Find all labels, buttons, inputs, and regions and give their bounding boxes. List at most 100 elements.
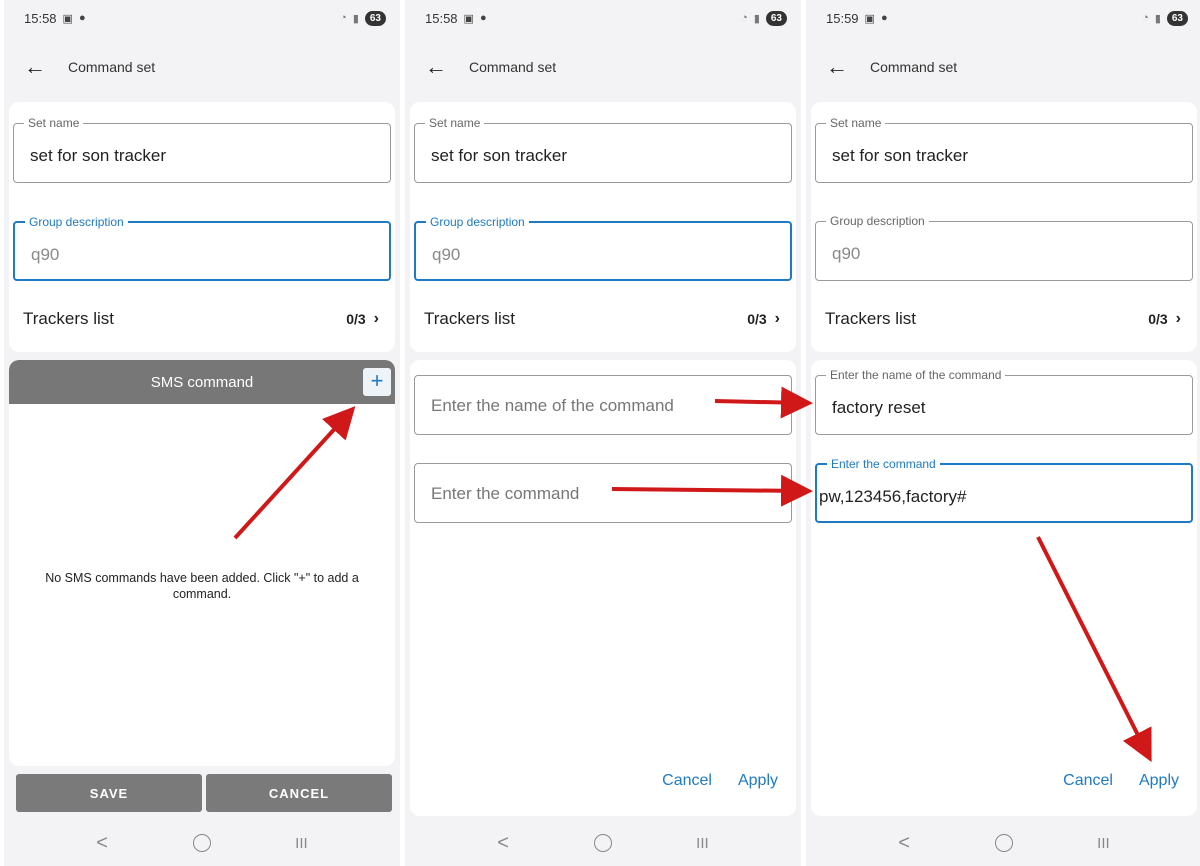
- status-time: 15:59: [826, 10, 859, 26]
- save-button[interactable]: SAVE: [16, 774, 202, 812]
- screenshot-icon: ▣: [463, 12, 474, 25]
- group-description-field[interactable]: Group description q90: [414, 215, 792, 281]
- command-name-value: factory reset: [832, 398, 926, 417]
- set-name-label: Set name: [24, 116, 84, 130]
- phone-screen-2: 15:58 ▣ ● ◔ ▮ 63 ← Command set Set name …: [405, 0, 801, 866]
- chevron-right-icon: ›: [373, 310, 379, 327]
- nav-recent-icon[interactable]: III: [696, 835, 709, 852]
- command-input[interactable]: Enter the command: [414, 463, 792, 523]
- command-name-placeholder: Enter the name of the command: [431, 396, 674, 415]
- dialog-actions: Cancel Apply: [662, 772, 778, 790]
- add-command-dialog: Enter the name of the command Enter the …: [410, 360, 796, 816]
- command-name-input[interactable]: Enter the name of the command: [414, 375, 792, 435]
- trackers-list-row[interactable]: Trackers list 0/3 ›: [424, 309, 780, 329]
- command-input[interactable]: Enter the command pw,123456,factory#: [815, 457, 1193, 523]
- back-arrow-icon[interactable]: ←: [425, 54, 455, 80]
- trackers-list-row[interactable]: Trackers list 0/3 ›: [825, 309, 1181, 329]
- wifi-icon: ◔: [1142, 12, 1149, 24]
- set-name-label: Set name: [425, 116, 485, 130]
- screenshot-icon: ▣: [864, 12, 875, 25]
- status-bar: 15:59 ▣ ● ◔ ▮ 63: [806, 0, 1200, 36]
- chevron-right-icon: ›: [1175, 310, 1181, 327]
- system-nav-bar: < III: [405, 820, 801, 866]
- dialog-apply-button[interactable]: Apply: [1139, 772, 1179, 790]
- page-title: Command set: [469, 59, 557, 75]
- nav-home-icon[interactable]: [192, 834, 211, 852]
- phone-screen-3: 15:59 ▣ ● ◔ ▮ 63 ← Command set Set name …: [806, 0, 1200, 866]
- nav-home-icon[interactable]: [593, 834, 612, 852]
- command-name-input[interactable]: Enter the name of the command factory re…: [815, 368, 1193, 435]
- trackers-count: 0/3: [1148, 311, 1168, 327]
- page-title: Command set: [68, 59, 156, 75]
- set-name-value: set for son tracker: [30, 146, 167, 165]
- page-title: Command set: [870, 59, 958, 75]
- set-details-card: Set name set for son tracker Group descr…: [9, 102, 395, 352]
- empty-state-message: No SMS commands have been added. Click "…: [45, 571, 359, 601]
- app-bar: ← Command set: [806, 40, 1200, 94]
- wifi-icon: ◔: [340, 12, 347, 24]
- screenshot-icon: ▣: [62, 12, 73, 25]
- trackers-count: 0/3: [346, 311, 366, 327]
- set-name-value: set for son tracker: [431, 146, 568, 165]
- status-bar: 15:58 ▣ ● ◔ ▮ 63: [405, 0, 801, 36]
- system-nav-bar: < III: [4, 820, 400, 866]
- nav-home-icon[interactable]: [994, 834, 1013, 852]
- dialog-apply-button[interactable]: Apply: [738, 772, 778, 790]
- action-buttons: SAVE CANCEL: [16, 774, 392, 812]
- set-name-field[interactable]: Set name set for son tracker: [13, 116, 391, 183]
- bag-icon: ●: [479, 12, 487, 24]
- nav-back-icon[interactable]: <: [898, 832, 910, 855]
- sms-command-title: SMS command: [150, 373, 254, 391]
- trackers-list-label: Trackers list: [23, 309, 114, 328]
- trackers-list-row[interactable]: Trackers list 0/3 ›: [23, 309, 379, 329]
- trackers-list-label: Trackers list: [424, 309, 515, 328]
- nav-recent-icon[interactable]: III: [1097, 835, 1110, 852]
- group-description-label: Group description: [25, 215, 128, 229]
- set-name-value: set for son tracker: [832, 146, 969, 165]
- command-label: Enter the command: [827, 457, 940, 471]
- status-time: 15:58: [24, 10, 57, 26]
- phone-screen-1: 15:58 ▣ ● ◔ ▮ 63 ← Command set Set name …: [4, 0, 400, 866]
- dialog-cancel-button[interactable]: Cancel: [662, 772, 712, 790]
- sms-command-card: SMS command + No SMS commands have been …: [9, 360, 395, 766]
- nav-back-icon[interactable]: <: [96, 832, 108, 855]
- battery-badge: 63: [765, 10, 787, 26]
- nav-recent-icon[interactable]: III: [295, 835, 308, 852]
- bag-icon: ●: [78, 12, 86, 24]
- set-details-card: Set name set for son tracker Group descr…: [811, 102, 1197, 352]
- system-nav-bar: < III: [806, 820, 1200, 866]
- add-command-button[interactable]: +: [363, 368, 391, 396]
- set-name-field[interactable]: Set name set for son tracker: [815, 116, 1193, 183]
- signal-icon: ▮: [1154, 12, 1161, 25]
- group-description-field[interactable]: Group description q90: [13, 215, 391, 281]
- set-name-label: Set name: [826, 116, 886, 130]
- group-description-value: q90: [31, 245, 60, 264]
- status-time: 15:58: [425, 10, 458, 26]
- group-description-value: q90: [432, 245, 461, 264]
- set-name-field[interactable]: Set name set for son tracker: [414, 116, 792, 183]
- app-bar: ← Command set: [405, 40, 801, 94]
- group-description-label: Group description: [426, 215, 529, 229]
- signal-icon: ▮: [753, 12, 760, 25]
- bag-icon: ●: [880, 12, 888, 24]
- status-bar: 15:58 ▣ ● ◔ ▮ 63: [4, 0, 400, 36]
- command-value: pw,123456,factory#: [819, 487, 967, 506]
- back-arrow-icon[interactable]: ←: [826, 54, 856, 80]
- chevron-right-icon: ›: [774, 310, 780, 327]
- cancel-button[interactable]: CANCEL: [206, 774, 392, 812]
- command-placeholder: Enter the command: [431, 484, 580, 503]
- group-description-label: Group description: [826, 214, 929, 228]
- dialog-actions: Cancel Apply: [1063, 772, 1179, 790]
- back-arrow-icon[interactable]: ←: [24, 54, 54, 80]
- trackers-count: 0/3: [747, 311, 767, 327]
- group-description-value: q90: [832, 244, 861, 263]
- dialog-cancel-button[interactable]: Cancel: [1063, 772, 1113, 790]
- battery-badge: 63: [1166, 10, 1188, 26]
- wifi-icon: ◔: [741, 12, 748, 24]
- signal-icon: ▮: [352, 12, 359, 25]
- trackers-list-label: Trackers list: [825, 309, 916, 328]
- add-command-dialog: Enter the name of the command factory re…: [811, 360, 1197, 816]
- group-description-field[interactable]: Group description q90: [815, 214, 1193, 281]
- nav-back-icon[interactable]: <: [497, 832, 509, 855]
- command-name-label: Enter the name of the command: [826, 368, 1006, 382]
